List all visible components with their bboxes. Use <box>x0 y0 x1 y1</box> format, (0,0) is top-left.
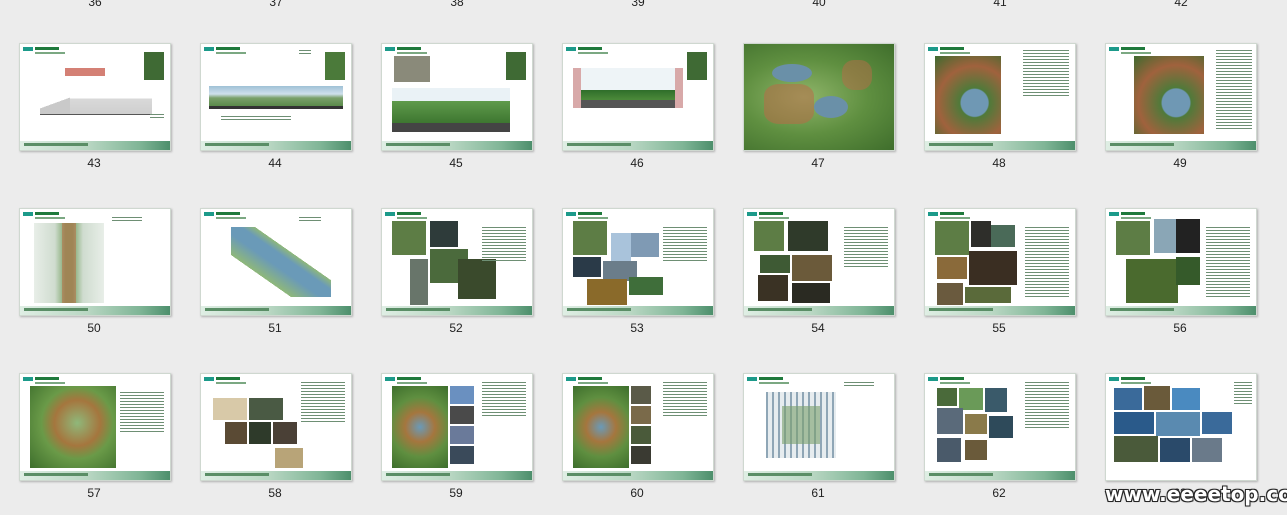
page-number: 50 <box>87 321 101 335</box>
page-preview <box>381 43 533 151</box>
page-thumbnail-47[interactable]: 47 <box>743 43 895 173</box>
page-number: 61 <box>811 486 825 500</box>
page-preview <box>19 373 171 481</box>
page-thumbnail-61[interactable]: 61 <box>743 373 895 503</box>
page-number: 57 <box>87 486 101 500</box>
page-preview <box>19 43 171 151</box>
page-number: 59 <box>449 486 463 500</box>
page-preview <box>562 373 714 481</box>
top-row-label: 38 <box>450 0 464 9</box>
page-preview <box>562 208 714 316</box>
top-row-label: 42 <box>1174 0 1188 9</box>
page-thumbnail-53[interactable]: 53 <box>562 208 714 338</box>
page-thumbnail-49[interactable]: 49 <box>1105 43 1257 173</box>
page-number: 48 <box>992 156 1006 170</box>
page-number: 43 <box>87 156 101 170</box>
page-thumbnail-46[interactable]: 46 <box>562 43 714 173</box>
page-thumbnail-57[interactable]: 57 <box>19 373 171 503</box>
page-preview <box>381 208 533 316</box>
top-row-label: 39 <box>631 0 645 9</box>
page-preview <box>1105 208 1257 316</box>
page-preview <box>200 43 352 151</box>
page-preview <box>743 373 895 481</box>
page-number: 46 <box>630 156 644 170</box>
page-preview <box>743 43 895 151</box>
page-preview <box>200 208 352 316</box>
page-number: 44 <box>268 156 282 170</box>
page-number: 47 <box>811 156 825 170</box>
page-thumbnail-55[interactable]: 55 <box>924 208 1076 338</box>
page-preview <box>924 43 1076 151</box>
page-thumbnail-51[interactable]: 51 <box>200 208 352 338</box>
page-number: 51 <box>268 321 282 335</box>
watermark: www.eeeetop.com <box>1105 482 1287 506</box>
page-number: 52 <box>449 321 463 335</box>
page-thumbnail-44[interactable]: 44 <box>200 43 352 173</box>
page-number: 56 <box>1173 321 1187 335</box>
page-thumbnail-58[interactable]: 58 <box>200 373 352 503</box>
page-thumbnail-50[interactable]: 50 <box>19 208 171 338</box>
page-preview <box>1105 43 1257 151</box>
page-preview <box>924 208 1076 316</box>
page-preview <box>381 373 533 481</box>
page-number: 54 <box>811 321 825 335</box>
page-number: 45 <box>449 156 463 170</box>
page-preview <box>924 373 1076 481</box>
page-preview <box>200 373 352 481</box>
top-row-label: 40 <box>812 0 826 9</box>
page-thumbnail-60[interactable]: 60 <box>562 373 714 503</box>
page-thumbnail-52[interactable]: 52 <box>381 208 533 338</box>
page-number: 58 <box>268 486 282 500</box>
page-preview <box>743 208 895 316</box>
top-row-label: 37 <box>269 0 283 9</box>
page-preview <box>1105 373 1257 481</box>
page-thumbnail-48[interactable]: 48 <box>924 43 1076 173</box>
page-thumbnail-56[interactable]: 56 <box>1105 208 1257 338</box>
page-thumbnail-45[interactable]: 45 <box>381 43 533 173</box>
page-number: 55 <box>992 321 1006 335</box>
page-thumbnail-62[interactable]: 62 <box>924 373 1076 503</box>
page-number: 49 <box>1173 156 1187 170</box>
page-thumbnail-54[interactable]: 54 <box>743 208 895 338</box>
page-thumbnail-59[interactable]: 59 <box>381 373 533 503</box>
page-preview <box>19 208 171 316</box>
top-row-label: 41 <box>993 0 1007 9</box>
page-thumbnail-43[interactable]: 43 <box>19 43 171 173</box>
page-number: 60 <box>630 486 644 500</box>
page-number: 53 <box>630 321 644 335</box>
page-preview <box>562 43 714 151</box>
page-number: 62 <box>992 486 1006 500</box>
top-row-label: 36 <box>88 0 102 9</box>
